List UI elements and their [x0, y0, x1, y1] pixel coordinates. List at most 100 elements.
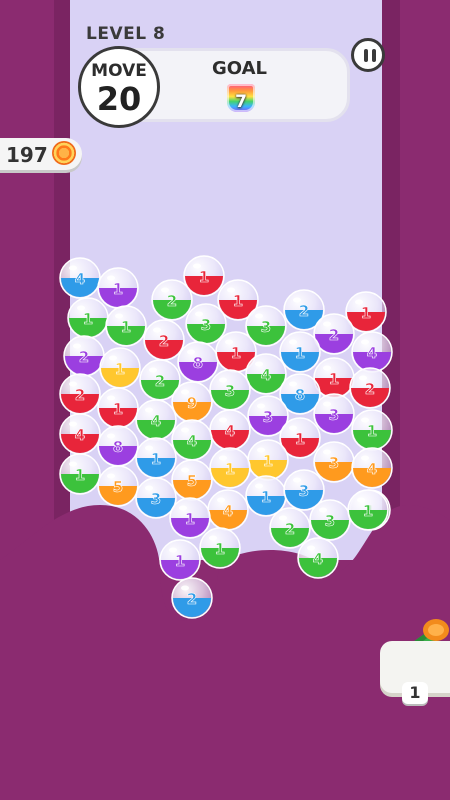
bubble-number: 3	[329, 406, 339, 424]
bubble[interactable]: 4	[59, 257, 101, 299]
bubble-number: 1	[215, 540, 225, 558]
bubble-number: 3	[299, 482, 309, 500]
bubble[interactable]: 4	[59, 413, 101, 455]
move-label: MOVE	[91, 61, 147, 81]
bubble[interactable]: 4	[245, 353, 287, 395]
bubble[interactable]: 1	[99, 347, 141, 389]
bubble-number: 8	[193, 354, 203, 372]
bubble-number: 1	[295, 344, 305, 362]
bubble-number: 1	[295, 430, 305, 448]
bubble-number: 8	[113, 438, 123, 456]
coin-icon	[52, 141, 76, 165]
bubble[interactable]: 1	[279, 331, 321, 373]
coin-count: 197	[6, 143, 48, 167]
bubble-number: 1	[175, 552, 185, 570]
bubble[interactable]: 2	[151, 279, 193, 321]
bubble-number: 2	[329, 326, 339, 344]
bubble-number: 5	[113, 478, 123, 496]
bubble[interactable]: 1	[59, 453, 101, 495]
bubble-number: 1	[75, 466, 85, 484]
bubble[interactable]: 3	[313, 393, 355, 435]
bubble-number: 1	[199, 268, 209, 286]
bubble[interactable]: 2	[171, 577, 213, 619]
bubble-number: 3	[263, 408, 273, 426]
level-label: LEVEL 8	[86, 24, 166, 44]
bubble[interactable]: 4	[297, 537, 339, 579]
bubble-number: 3	[325, 512, 335, 530]
bubble-number: 2	[167, 292, 177, 310]
bubble[interactable]: 2	[269, 507, 311, 549]
bubble-number: 2	[75, 386, 85, 404]
bubble[interactable]: 1	[105, 305, 147, 347]
bubble[interactable]: 2	[63, 335, 105, 377]
bubble[interactable]: 1	[97, 267, 139, 309]
bubble-number: 9	[187, 394, 197, 412]
bubble-number: 4	[187, 432, 197, 450]
bubble[interactable]: 8	[177, 341, 219, 383]
bubble-number: 2	[155, 372, 165, 390]
bubble[interactable]: 4	[351, 447, 393, 489]
bubble[interactable]: 4	[351, 331, 393, 373]
bubble-number: 1	[83, 310, 93, 328]
bubble[interactable]: 4	[209, 409, 251, 451]
bubble-number: 1	[363, 502, 373, 520]
bubble[interactable]: 2	[143, 319, 185, 361]
bubble[interactable]: 3	[185, 303, 227, 345]
bubble-number: 1	[113, 280, 123, 298]
bubble-number: 2	[299, 302, 309, 320]
bubble-number: 4	[225, 422, 235, 440]
bubble[interactable]: 1	[135, 437, 177, 479]
bubble-number: 4	[223, 502, 233, 520]
bubble[interactable]: 3	[209, 369, 251, 411]
bubble-number: 1	[185, 510, 195, 528]
bubble[interactable]: 9	[171, 381, 213, 423]
bubble[interactable]: 4	[171, 419, 213, 461]
goal-label: GOAL	[212, 58, 267, 79]
bubble-number: 2	[365, 380, 375, 398]
pause-icon-bar	[372, 49, 376, 62]
bubble-number: 1	[115, 360, 125, 378]
bubble[interactable]: 1	[351, 409, 393, 451]
bubble-number: 4	[261, 366, 271, 384]
bubble-number: 3	[261, 318, 271, 336]
bubble-number: 3	[201, 316, 211, 334]
bubble-number: 8	[295, 386, 305, 404]
bubble-number: 4	[151, 412, 161, 430]
pause-icon	[364, 49, 368, 62]
bubble-number: 2	[285, 520, 295, 538]
bubble[interactable]: 4	[207, 489, 249, 531]
bubble-number: 5	[187, 472, 197, 490]
bubble[interactable]: 8	[97, 425, 139, 467]
bubble-number: 4	[313, 550, 323, 568]
bubble[interactable]: 1	[159, 539, 201, 581]
bubble-number: 3	[329, 454, 339, 472]
bubble-number: 1	[233, 292, 243, 310]
bubble[interactable]: 1	[199, 527, 241, 569]
booster-count: 1	[409, 683, 421, 702]
bubble[interactable]: 2	[349, 367, 391, 409]
bubble-number: 1	[329, 370, 339, 388]
bubble-number: 4	[367, 460, 377, 478]
pause-button[interactable]	[351, 38, 385, 72]
bubble[interactable]: 1	[247, 439, 289, 481]
bubble-number: 2	[159, 332, 169, 350]
bubble[interactable]: 5	[171, 459, 213, 501]
bubble[interactable]: 1	[97, 387, 139, 429]
move-value: 20	[96, 80, 142, 118]
bubble-number: 1	[261, 488, 271, 506]
bubble-number: 2	[79, 348, 89, 366]
bubble[interactable]: 3	[309, 499, 351, 541]
bubble-number: 4	[367, 344, 377, 362]
bubble[interactable]: 5	[97, 465, 139, 507]
bubble[interactable]: 1	[169, 497, 211, 539]
bubble[interactable]: 4	[135, 399, 177, 441]
bubble[interactable]: 2	[59, 373, 101, 415]
bubble[interactable]: 1	[347, 489, 389, 531]
bubble-number: 3	[151, 490, 161, 508]
bubble[interactable]: 3	[135, 477, 177, 519]
bubble[interactable]: 3	[313, 441, 355, 483]
bubble[interactable]: 1	[67, 297, 109, 339]
bubble-number: 1	[121, 318, 131, 336]
bubble[interactable]: 1	[209, 447, 251, 489]
bubble-number: 1	[225, 460, 235, 478]
